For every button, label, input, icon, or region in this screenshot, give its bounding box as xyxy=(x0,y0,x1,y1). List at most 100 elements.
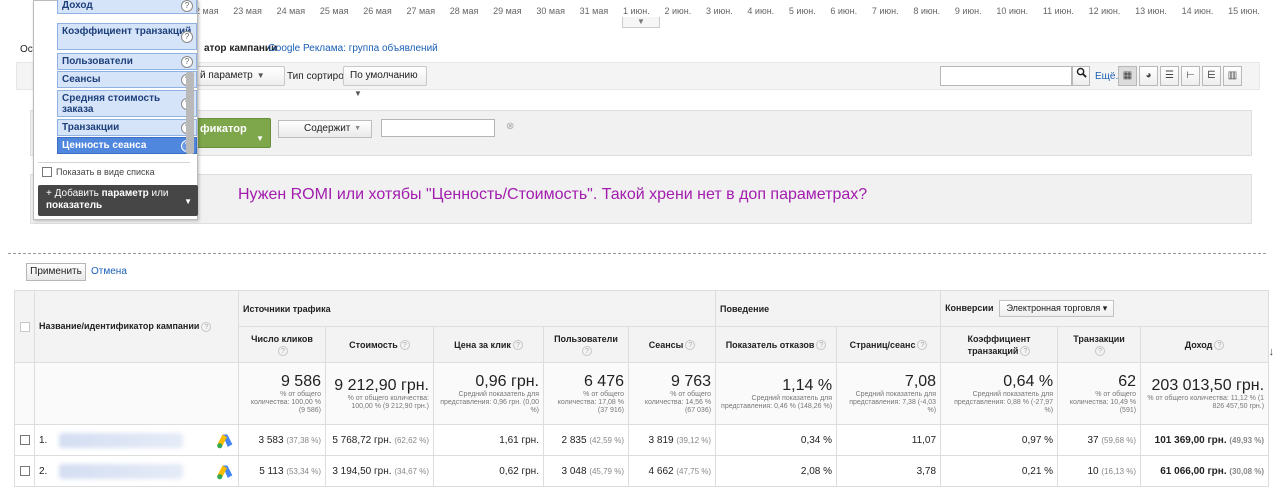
goal-select-value: Электронная торговля xyxy=(1006,303,1101,313)
pie-view-icon[interactable]: ◕ xyxy=(1139,66,1158,86)
col-bounce-rate[interactable]: Показатель отказов? xyxy=(715,326,838,363)
filter-condition-select[interactable]: Содержит ▼ xyxy=(278,120,372,138)
pivot-view-icon[interactable]: ▥ xyxy=(1223,66,1242,86)
cell-value: 61 066,00 грн. xyxy=(1160,465,1227,477)
add-dimension-or-metric-button[interactable]: + Добавить параметр или показатель ▼ xyxy=(38,185,198,216)
help-icon[interactable]: ? xyxy=(1214,340,1225,351)
total-revenue: 203 013,50 грн.% от общего количества: 1… xyxy=(1140,362,1270,425)
campaign-name-cell[interactable]: 2. xyxy=(34,455,239,487)
metric-option-label: Коэффициент транзакций xyxy=(62,26,192,37)
campaign-name-cell[interactable]: 1. xyxy=(34,424,239,456)
cell-pct: (53,34 %) xyxy=(286,466,321,476)
apply-button[interactable]: Применить xyxy=(26,263,86,281)
help-icon[interactable]: ? xyxy=(685,340,696,351)
metric-option-transaction-rate[interactable]: Коэффициент транзакций? xyxy=(57,23,197,50)
dropdown-scrollbar[interactable] xyxy=(186,72,194,154)
metric-option-transactions[interactable]: Транзакции? xyxy=(57,119,197,136)
table-row[interactable]: 2. 5 113 (53,34 %) 3 194,50 грн. (34,67 … xyxy=(14,455,1270,487)
help-icon[interactable]: ? xyxy=(399,340,410,351)
redacted-campaign-name[interactable] xyxy=(59,432,183,448)
comparison-view-icon[interactable]: ⊢ xyxy=(1181,66,1200,86)
cell-value: 3 048 xyxy=(561,465,587,477)
remove-filter-icon[interactable]: ⊗ xyxy=(506,121,514,132)
total-value: 62 xyxy=(1118,372,1137,390)
col-users[interactable]: Пользователи? xyxy=(543,326,629,363)
timeline-date-label: 29 мая xyxy=(493,6,522,16)
row-checkbox[interactable] xyxy=(19,434,30,445)
secondary-dimension-select[interactable]: й параметр ▼ xyxy=(197,66,285,86)
col-revenue[interactable]: Доход? xyxy=(1140,326,1270,363)
timeline-date-label: 24 мая xyxy=(276,6,306,16)
total-clicks: 9 586% от общего количества: 100,00 % (9… xyxy=(238,362,326,425)
timeline-date-label: 5 июн. xyxy=(788,6,816,16)
col-label: Транзакции xyxy=(1073,333,1125,344)
timeline-date-label: 30 мая xyxy=(536,6,565,16)
group-traffic-sources: Источники трафика xyxy=(237,290,717,327)
filter-condition-label: Содержит xyxy=(304,123,351,134)
chevron-down-icon: ▼ xyxy=(354,89,362,98)
sort-type-select[interactable]: По умолчанию ▼ xyxy=(343,66,427,98)
total-sub: % от общего количества: 100,00 % (9 586) xyxy=(250,390,321,414)
timeline-date-label: 2 июн. xyxy=(664,6,692,16)
metric-option-users[interactable]: Пользователи? xyxy=(57,53,197,70)
help-icon[interactable]: ? xyxy=(512,340,523,351)
help-icon[interactable]: ? xyxy=(917,340,928,351)
metric-option-revenue[interactable]: Доход? xyxy=(57,0,197,14)
metric-option-session-value[interactable]: Ценность сеанса? xyxy=(57,137,197,154)
col-pages-per-session[interactable]: Страниц/сеанс? xyxy=(836,326,942,363)
cell-cpc: 1,61 грн. xyxy=(433,424,544,456)
help-icon[interactable]: ? xyxy=(181,0,193,12)
select-all-checkbox[interactable] xyxy=(19,321,30,332)
show-as-list-checkbox[interactable] xyxy=(42,167,52,177)
help-icon[interactable]: ? xyxy=(1020,346,1031,357)
campaign-name-header[interactable]: Название/идентификатор кампании? xyxy=(34,290,239,363)
help-icon[interactable]: ? xyxy=(181,55,193,68)
col-sessions[interactable]: Сеансы? xyxy=(627,326,717,363)
sort-descending-icon[interactable]: ↓ xyxy=(1269,346,1275,358)
col-label: Пользователи xyxy=(554,333,618,344)
cell-value: 3 194,50 грн. xyxy=(332,465,392,477)
redacted-campaign-name[interactable] xyxy=(59,463,183,479)
help-icon[interactable]: ? xyxy=(582,346,592,357)
timeline-date-label: 27 мая xyxy=(406,6,436,16)
dashed-divider xyxy=(8,253,1266,254)
cell-pages-per-session: 3,78 xyxy=(836,455,942,487)
cell-revenue: 61 066,00 грн. (30,08 %) xyxy=(1140,455,1270,487)
chart-toggle[interactable]: ▼ xyxy=(622,17,660,28)
col-cost[interactable]: Стоимость? xyxy=(325,326,434,363)
col-cpc[interactable]: Цена за клик? xyxy=(433,326,544,363)
metric-option-avg-order-value[interactable]: Средняя стоимость заказа? xyxy=(57,90,197,117)
metric-option-sessions[interactable]: Сеансы? xyxy=(57,71,197,88)
col-clicks[interactable]: Число кликов? xyxy=(238,326,326,363)
table-view-icon[interactable]: ▦ xyxy=(1118,66,1137,86)
filter-value-input[interactable] xyxy=(381,119,495,137)
help-icon[interactable]: ? xyxy=(1095,346,1106,357)
help-icon[interactable]: ? xyxy=(278,346,288,357)
cancel-link[interactable]: Отмена xyxy=(91,266,127,277)
filter-dimension-button[interactable]: фикатор ▼ xyxy=(193,118,271,148)
total-sub: % от общего количества: 100,00 % (9 212,… xyxy=(347,394,429,410)
cell-pct: (45,79 %) xyxy=(589,466,624,476)
col-transaction-rate[interactable]: Коэффициент транзакций? xyxy=(940,326,1059,363)
col-transactions[interactable]: Транзакции? xyxy=(1057,326,1142,363)
tab-campaign-id[interactable]: атор кампании xyxy=(204,43,277,54)
search-button[interactable] xyxy=(1072,66,1090,86)
tab-google-ads-adgroup[interactable]: Google Реклама: группа объявлений xyxy=(268,43,438,54)
help-icon[interactable]: ? xyxy=(201,321,212,332)
cell-transactions: 37 (59,68 %) xyxy=(1057,424,1142,456)
performance-view-icon[interactable]: ☰ xyxy=(1160,66,1179,86)
cell-value: 101 369,00 грн. xyxy=(1154,434,1227,446)
cell-pct: (42,59 %) xyxy=(589,435,624,445)
help-icon[interactable]: ? xyxy=(181,30,193,43)
group-behavior: Поведение xyxy=(715,290,942,327)
total-value: 7,08 xyxy=(904,372,937,390)
totals-row: 9 586% от общего количества: 100,00 % (9… xyxy=(14,362,1270,425)
row-checkbox[interactable] xyxy=(19,465,30,476)
table-search-input[interactable] xyxy=(940,66,1072,86)
cell-pct: (30,08 %) xyxy=(1229,466,1265,476)
table-row[interactable]: 1. 3 583 (37,38 %) 5 768,72 грн. (62,62 … xyxy=(14,424,1270,456)
goal-select[interactable]: Электронная торговля ▾ xyxy=(999,300,1115,317)
summary-view-icon[interactable]: ⋿ xyxy=(1202,66,1221,86)
cell-value: 3,78 xyxy=(916,465,937,477)
help-icon[interactable]: ? xyxy=(816,340,827,351)
